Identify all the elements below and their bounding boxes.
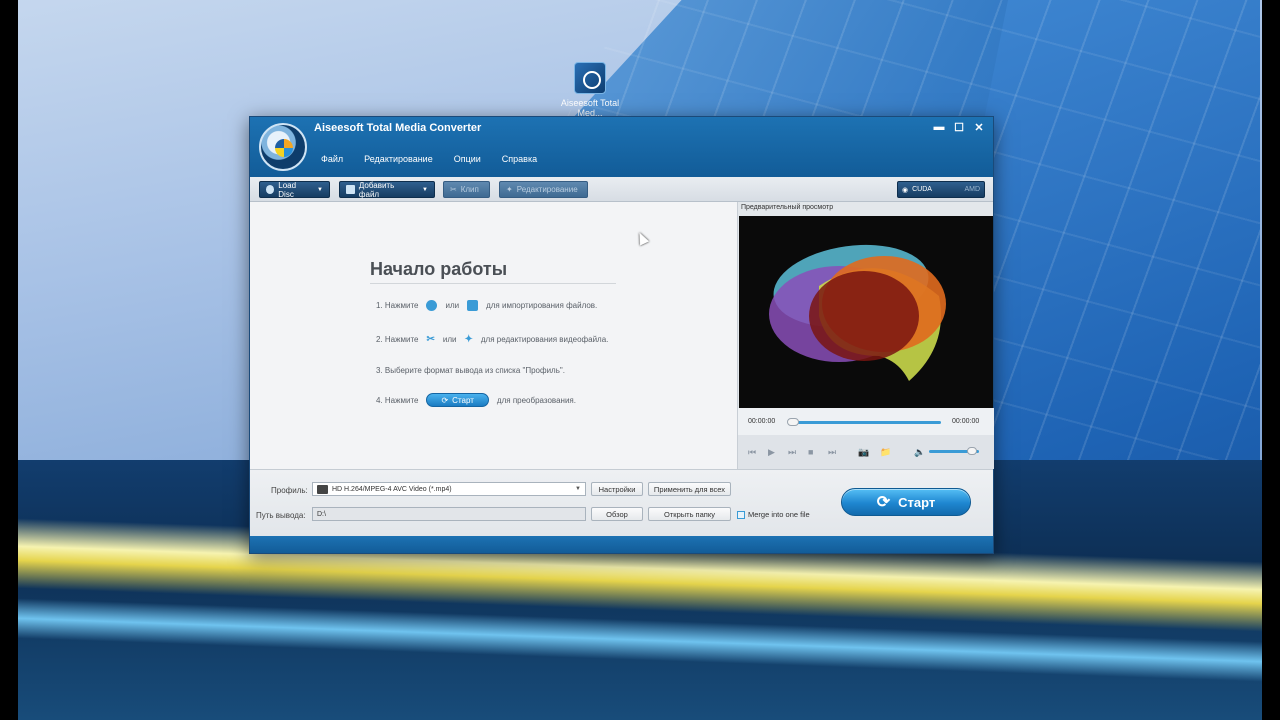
volume-handle[interactable] [967, 447, 977, 455]
output-path-label: Путь вывода: [256, 511, 306, 520]
output-path-field[interactable]: D:\ [312, 507, 586, 521]
amd-label: AMD [964, 186, 980, 193]
step-2-suffix: для редактирования видеофайла. [480, 335, 609, 344]
step-4-suffix: для преобразования. [496, 395, 576, 405]
clip-button[interactable]: ✂ Клип [443, 181, 490, 198]
page-title: Начало работы [370, 259, 508, 279]
previous-icon[interactable]: ⏮ [748, 447, 756, 458]
step-3-text: 3. Выберите формат вывода из списка "Про… [376, 366, 565, 375]
scissors-icon: ✂ [426, 334, 435, 345]
title-bar[interactable]: Aiseesoft Total Media Converter Файл Ред… [250, 117, 993, 177]
start-label: Старт [898, 494, 936, 510]
browse-button[interactable]: Обзор [591, 507, 643, 521]
fast-forward-icon[interactable]: ⏭ [788, 447, 796, 458]
menu-item-edit[interactable]: Редактирование [364, 154, 433, 164]
preview-label: Предварительный просмотр [741, 204, 834, 211]
step-1-or: или [445, 301, 460, 310]
snapshot-icon[interactable]: 📷 [858, 447, 869, 458]
preview-screen [739, 216, 993, 408]
app-shortcut-icon [574, 62, 606, 94]
status-bar [250, 536, 993, 553]
maximize-button[interactable]: ☐ [953, 121, 965, 134]
menu-bar: Файл Редактирование Опции Справка [321, 154, 537, 164]
stop-icon[interactable]: ■ [808, 447, 813, 457]
getting-started-panel: Начало работы 1. Нажмите или для импорти… [250, 202, 737, 469]
video-format-icon [317, 484, 328, 494]
edit-button[interactable]: ✦ Редактирование [499, 181, 588, 198]
chevron-down-icon: ▼ [317, 186, 323, 193]
inline-start-button[interactable]: ⟳ Старт [426, 393, 489, 407]
output-path-value: D:\ [317, 510, 326, 518]
playback-controls: ⏮ ▶ ⏭ ■ ⏭ 📷 📁 🔈 [738, 435, 994, 469]
profile-select[interactable]: HD H.264/MPEG-4 AVC Video (*.mp4) ▼ [312, 482, 586, 496]
checkbox-box[interactable] [737, 510, 745, 519]
menu-item-file[interactable]: Файл [321, 154, 343, 164]
settings-button[interactable]: Настройки [591, 482, 643, 496]
apply-all-button[interactable]: Применить для всех [648, 482, 731, 496]
seek-bar[interactable] [788, 421, 941, 424]
load-disc-button[interactable]: Load Disc ▼ [259, 180, 330, 199]
load-disc-icon [426, 300, 438, 311]
volume-icon[interactable]: 🔈 [914, 447, 925, 458]
step-3: 3. Выберите формат вывода из списка "Про… [376, 366, 565, 375]
output-settings-panel: Профиль: HD H.264/MPEG-4 AVC Video (*.mp… [250, 469, 993, 537]
step-1: 1. Нажмите или для импортирования файлов… [376, 300, 597, 311]
current-time: 00:00:00 [748, 418, 776, 425]
profile-label: Профиль: [271, 486, 308, 495]
seek-handle[interactable] [787, 418, 799, 426]
preview-logo-graphic [769, 244, 946, 381]
add-file-icon [346, 185, 355, 194]
add-file-button[interactable]: Добавить файл ▼ [339, 180, 435, 199]
play-icon[interactable]: ▶ [768, 447, 775, 458]
toolbar: Load Disc ▼ Добавить файл ▼ ✂ Клип ✦ Ред… [250, 177, 993, 202]
gpu-acceleration-badge: ◉ CUDA AMD [897, 181, 985, 198]
title-divider [370, 283, 616, 284]
preview-panel: Предварительный просмотр 00:00:00 00:00:… [737, 202, 994, 469]
app-window: Aiseesoft Total Media Converter Файл Ред… [249, 116, 994, 554]
add-file-label: Добавить файл [358, 180, 395, 199]
open-folder-button[interactable]: Открыть папку [648, 507, 731, 521]
nvidia-icon: ◉ [902, 186, 909, 194]
edit-label: Редактирование [516, 185, 578, 194]
merge-label: Merge into one file [748, 510, 810, 519]
window-controls: ▬ ☐ ✕ [933, 121, 985, 134]
folder-icon[interactable]: 📁 [880, 447, 891, 458]
scissors-icon: ✂ [450, 185, 457, 194]
next-icon[interactable]: ⏭ [828, 447, 836, 458]
disc-icon [266, 185, 275, 194]
refresh-icon: ⟳ [876, 494, 891, 511]
merge-checkbox[interactable]: Merge into one file [737, 510, 810, 519]
desktop-shortcut[interactable]: Aiseesoft Total Med... [560, 62, 620, 118]
step-2-prefix: 2. Нажмите [376, 335, 419, 344]
step-4: 4. Нажмите ⟳ Старт для преобразования. [376, 393, 576, 407]
clip-label: Клип [460, 185, 479, 194]
chevron-down-icon: ▼ [422, 186, 428, 193]
menu-item-options[interactable]: Опции [454, 154, 481, 164]
effects-icon: ✦ [506, 185, 513, 194]
step-2: 2. Нажмите ✂ или ✦ для редактирования ви… [376, 334, 608, 345]
effects-icon: ✦ [464, 334, 473, 345]
close-button[interactable]: ✕ [973, 121, 985, 134]
add-file-icon [467, 300, 479, 311]
cuda-label: CUDA [912, 186, 932, 193]
step-1-prefix: 1. Нажмите [376, 301, 419, 310]
timeline: 00:00:00 00:00:00 [738, 408, 994, 435]
inline-start-label: Старт [452, 395, 474, 405]
profile-value: HD H.264/MPEG-4 AVC Video (*.mp4) [332, 485, 452, 493]
load-disc-label: Load Disc [278, 180, 297, 199]
step-1-suffix: для импортирования файлов. [486, 301, 598, 310]
menu-item-help[interactable]: Справка [502, 154, 537, 164]
start-button[interactable]: ⟳ Старт [841, 488, 971, 516]
total-time: 00:00:00 [952, 418, 980, 425]
refresh-icon: ⟳ [441, 395, 449, 405]
letterbox-left [0, 0, 18, 720]
app-logo-icon [259, 123, 307, 171]
minimize-button[interactable]: ▬ [933, 121, 945, 134]
step-2-or: или [442, 335, 457, 344]
chevron-down-icon: ▼ [575, 486, 581, 492]
letterbox-right [1262, 0, 1280, 720]
step-4-prefix: 4. Нажмите [376, 395, 419, 405]
window-title: Aiseesoft Total Media Converter [314, 122, 482, 134]
desktop-shortcut-label: Aiseesoft Total Med... [560, 98, 620, 118]
